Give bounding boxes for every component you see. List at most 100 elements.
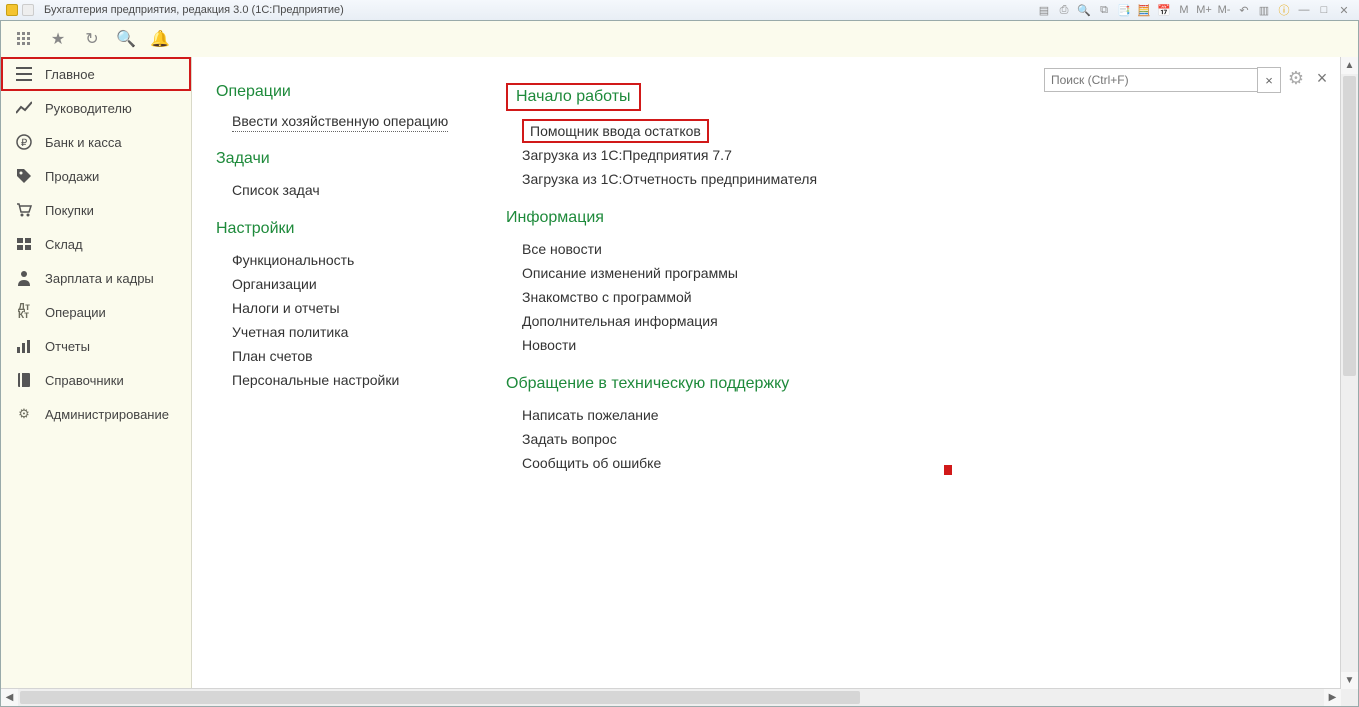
boxes-icon [13,237,35,251]
link-wish[interactable]: Написать пожелание [506,403,817,427]
link-enter-operation[interactable]: Ввести хозяйственную операцию [232,111,448,132]
link-bug-report[interactable]: Сообщить об ошибке [506,451,817,475]
nav-warehouse[interactable]: Склад [1,227,191,261]
link-chart-of-accounts[interactable]: План счетов [216,344,466,368]
journal-icon: ДтКт [13,304,35,320]
search-box: × [1044,67,1281,93]
save-icon[interactable]: ▤ [1035,1,1053,19]
menu-grid-icon[interactable] [9,25,39,53]
group-operations-title: Операции [216,83,466,101]
nav-admin[interactable]: ⚙ Администрирование [1,397,191,431]
group-support-title: Обращение в техническую поддержку [506,375,817,393]
cart-icon [13,203,35,217]
link-personal-settings[interactable]: Персональные настройки [216,368,466,392]
compare-icon[interactable]: ⧉ [1095,1,1113,19]
marker-dot [944,465,952,475]
nav-label: Банк и касса [45,135,122,150]
link-load-1c77[interactable]: Загрузка из 1С:Предприятия 7.7 [506,143,817,167]
nav-label: Зарплата и кадры [45,271,154,286]
person-icon [13,270,35,286]
print-icon[interactable]: ⎙ [1055,1,1073,19]
nav-label: Операции [45,305,106,320]
nav-purchases[interactable]: Покупки [1,193,191,227]
link-balance-assistant[interactable]: Помощник ввода остатков [522,119,709,143]
link-question[interactable]: Задать вопрос [506,427,817,451]
nav-label: Администрирование [45,407,169,422]
book-icon [13,372,35,388]
horizontal-scrollbar[interactable]: ◀ ▶ [1,688,1341,706]
scroll-left-icon[interactable]: ◀ [1,689,18,706]
content-panel: × ⚙ × Операции Ввести хозяйственную опер… [192,57,1341,689]
svg-text:₽: ₽ [21,138,28,149]
nav-label: Продажи [45,169,99,184]
vscroll-thumb[interactable] [1343,76,1356,376]
link-functionality[interactable]: Функциональность [216,248,466,272]
main-area: Главное Руководителю ₽ Банк и касса [1,57,1341,689]
group-tasks-title: Задачи [216,150,466,168]
group-settings-title: Настройки [216,220,466,238]
maximize-button[interactable]: □ [1315,1,1333,19]
close-window-button[interactable]: ✕ [1335,1,1353,19]
nav-label: Руководителю [45,101,132,116]
link-news[interactable]: Новости [506,333,817,357]
favorite-icon[interactable]: ★ [43,25,73,53]
nav-bank[interactable]: ₽ Банк и касса [1,125,191,159]
col-right: Начало работы Помощник ввода остатков За… [506,75,817,475]
panel-settings-icon[interactable]: ⚙ [1285,67,1307,89]
window-title: Бухгалтерия предприятия, редакция 3.0 (1… [44,4,344,16]
chart-line-icon [13,101,35,115]
nav-label: Покупки [45,203,94,218]
mem-mminus[interactable]: M- [1215,1,1233,19]
window-icon [22,4,34,16]
content-columns: Операции Ввести хозяйственную операцию З… [192,57,1341,493]
tag-icon [13,168,35,184]
mem-mplus[interactable]: M+ [1195,1,1213,19]
mem-m[interactable]: M [1175,1,1193,19]
hscroll-thumb[interactable] [20,691,860,704]
scroll-right-icon[interactable]: ▶ [1324,689,1341,706]
search-input[interactable] [1044,68,1257,92]
calc-icon[interactable]: 🧮 [1135,1,1153,19]
scroll-up-icon[interactable]: ▲ [1341,57,1358,74]
panel-close-button[interactable]: × [1311,67,1333,89]
link-accounting-policy[interactable]: Учетная политика [216,320,466,344]
group-start-title: Начало работы [506,83,641,111]
panel-icon[interactable]: ▥ [1255,1,1273,19]
link-task-list[interactable]: Список задач [216,178,466,202]
history-icon[interactable]: ↻ [77,25,107,53]
nav-label: Отчеты [45,339,90,354]
nav-label: Склад [45,237,83,252]
nav-hr[interactable]: Зарплата и кадры [1,261,191,295]
col-left: Операции Ввести хозяйственную операцию З… [216,75,466,475]
help-icon[interactable]: ⓘ [1275,1,1293,19]
nav-label: Справочники [45,373,124,388]
link-load-1c-report[interactable]: Загрузка из 1С:Отчетность предпринимател… [506,167,817,191]
link-taxes[interactable]: Налоги и отчеты [216,296,466,320]
main-toolbar: ★ ↻ 🔍 🔔 [1,21,1358,58]
copy-icon[interactable]: 📑 [1115,1,1133,19]
nav-main[interactable]: Главное [1,57,191,91]
search-icon[interactable]: 🔍 [111,25,141,53]
nav-manager[interactable]: Руководителю [1,91,191,125]
search-clear-button[interactable]: × [1257,67,1281,93]
calendar-icon[interactable]: 📅 [1155,1,1173,19]
vertical-scrollbar[interactable]: ▲ ▼ [1340,57,1358,689]
app-window: Бухгалтерия предприятия, редакция 3.0 (1… [0,0,1359,707]
link-changelog[interactable]: Описание изменений программы [506,261,817,285]
scroll-down-icon[interactable]: ▼ [1341,672,1358,689]
preview-icon[interactable]: 🔍 [1075,1,1093,19]
bell-icon[interactable]: 🔔 [145,25,175,53]
nav-operations[interactable]: ДтКт Операции [1,295,191,329]
link-extra-info[interactable]: Дополнительная информация [506,309,817,333]
minimize-button[interactable]: — [1295,1,1313,19]
link-intro[interactable]: Знакомство с программой [506,285,817,309]
scroll-corner [1341,689,1358,706]
link-organizations[interactable]: Организации [216,272,466,296]
nav-reports[interactable]: Отчеты [1,329,191,363]
nav-sales[interactable]: Продажи [1,159,191,193]
back-icon[interactable]: ↶ [1235,1,1253,19]
ruble-icon: ₽ [13,134,35,150]
group-info-title: Информация [506,209,817,227]
link-all-news[interactable]: Все новости [506,237,817,261]
nav-catalogs[interactable]: Справочники [1,363,191,397]
